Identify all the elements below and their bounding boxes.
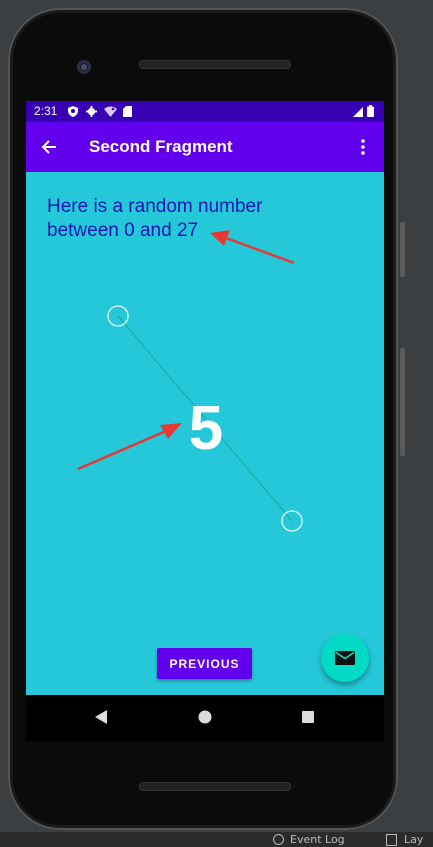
bottom-speaker (139, 782, 291, 791)
home-nav-icon[interactable] (198, 710, 212, 724)
front-camera (77, 60, 91, 74)
annotation-arrow-shaft-bottom (77, 429, 167, 471)
email-icon (335, 651, 355, 665)
device-screen: 2:31 Second Fragment Here is a random nu… (26, 101, 384, 741)
volume-button (400, 222, 405, 277)
annotation-arrow-head-top (210, 230, 230, 246)
layout-inspector-label[interactable]: Lay (404, 832, 423, 847)
email-fab[interactable] (321, 634, 369, 682)
annotation-arrow-shaft-top (225, 236, 295, 265)
power-button (400, 348, 405, 456)
event-log-label[interactable]: Event Log (290, 832, 345, 847)
top-speaker (139, 60, 291, 69)
ide-status-strip: Event Log Lay (0, 832, 433, 847)
back-nav-icon[interactable] (94, 710, 108, 724)
recents-nav-icon[interactable] (301, 710, 315, 724)
previous-button[interactable]: PREVIOUS (157, 648, 252, 679)
layout-inspector-icon[interactable] (386, 834, 397, 846)
event-log-icon[interactable] (273, 834, 284, 845)
navigation-bar (26, 695, 384, 741)
